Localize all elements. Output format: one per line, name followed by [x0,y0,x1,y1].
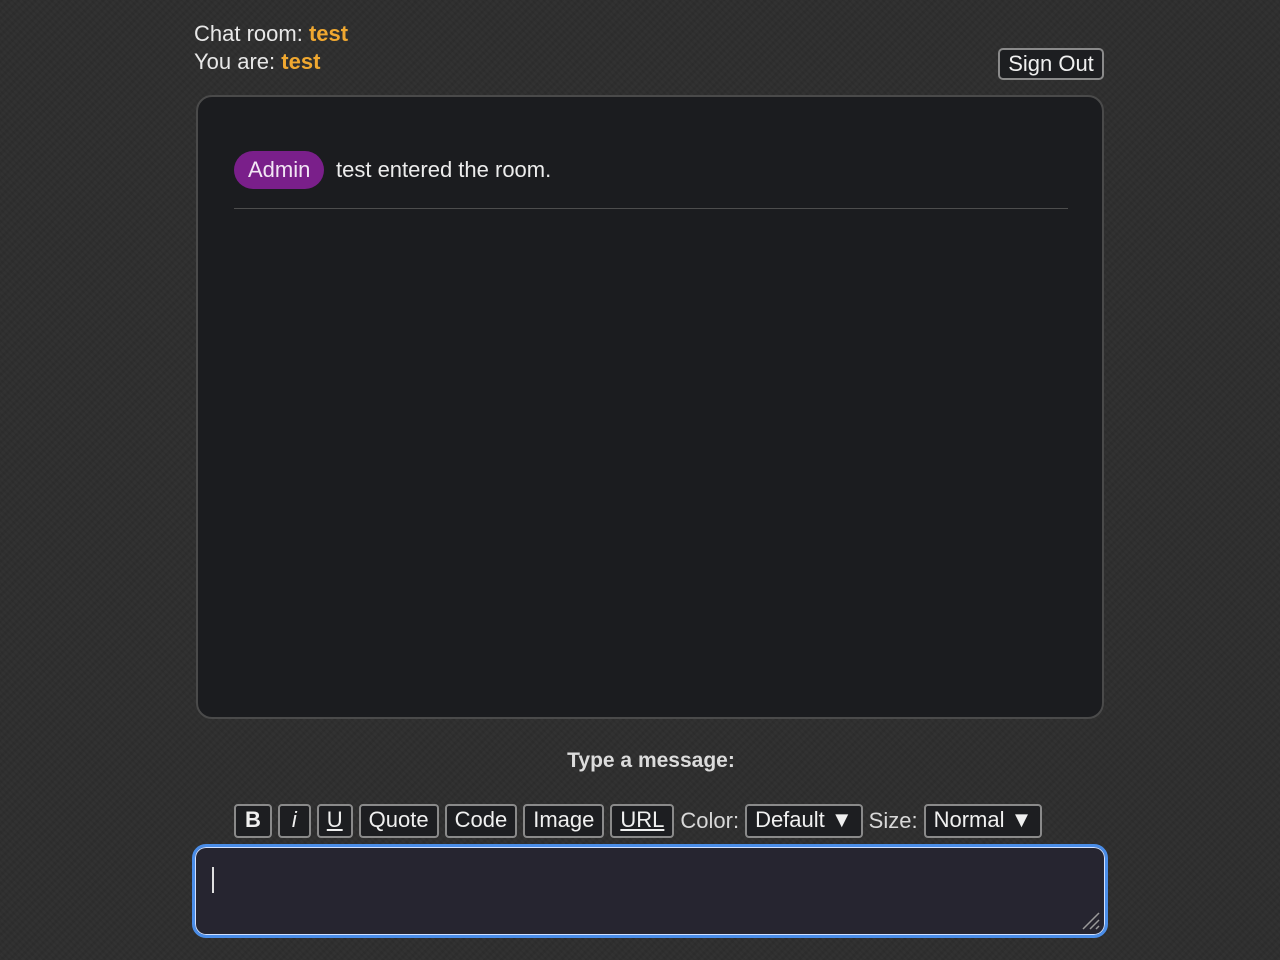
color-label: Color: [680,808,740,833]
user-line: You are: test [194,48,348,76]
chat-room-line: Chat room: test [194,20,348,48]
chat-room-name: test [308,21,349,46]
message-input[interactable] [192,844,1108,938]
size-label: Size: [868,808,918,833]
text-caret [212,867,214,893]
sign-out-button[interactable]: Sign Out [998,48,1104,80]
size-select[interactable]: Normal ▼ [923,804,1043,838]
format-toolbar: B i U Quote Code Image URL Color: Defaul… [234,804,1048,838]
room-info: Chat room: test You are: test [194,20,348,76]
bold-button[interactable]: B [234,804,272,838]
image-button[interactable]: Image [523,804,605,838]
resize-handle-icon[interactable] [1077,907,1101,931]
author-badge: Admin [234,151,325,189]
user-name: test [281,49,321,74]
type-message-label: Type a message: [567,749,735,772]
user-label: You are: [194,49,276,74]
italic-button[interactable]: i [277,804,311,838]
quote-button[interactable]: Quote [358,804,439,838]
chat-room-label: Chat room: [194,21,303,46]
message-text: test entered the room. [336,157,552,182]
color-select[interactable]: Default ▼ [745,804,863,838]
underline-button[interactable]: U [316,804,353,838]
chat-log[interactable]: Admin test entered the room. [196,95,1104,719]
chat-message: Admin test entered the room. [234,151,1068,209]
code-button[interactable]: Code [444,804,518,838]
url-button[interactable]: URL [610,804,675,838]
